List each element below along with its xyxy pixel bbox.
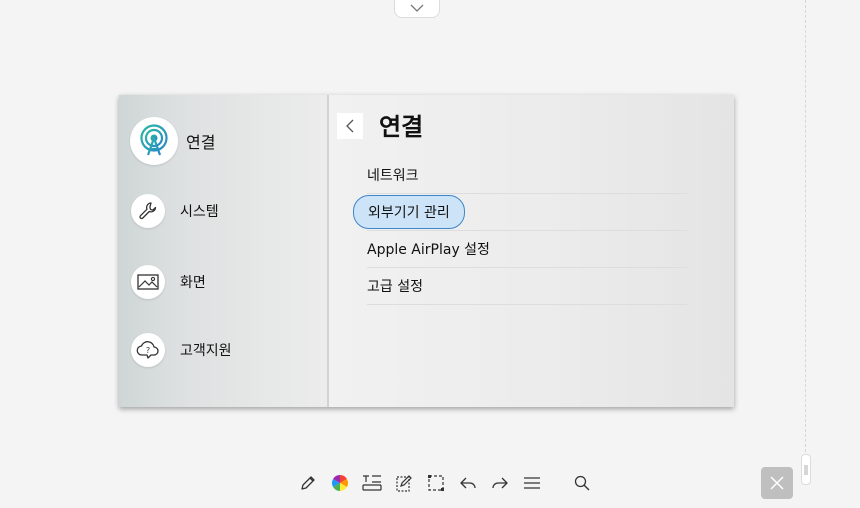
menu-item-label: 고급 설정: [367, 279, 423, 295]
menu-item-airplay[interactable]: Apple AirPlay 설정: [367, 231, 687, 268]
menu-item-label: 네트워크: [367, 168, 419, 184]
grip-icon: [804, 464, 808, 475]
image-icon: [131, 265, 165, 299]
select-area-icon: [428, 475, 444, 491]
sidebar-item-label: 고객지원: [180, 343, 232, 359]
edit-note-button[interactable]: [388, 470, 420, 496]
page-title: 연결: [379, 113, 424, 141]
top-pull-tab[interactable]: [394, 0, 440, 18]
sidebar-item-label: 시스템: [180, 204, 219, 220]
redo-button[interactable]: [484, 470, 516, 496]
settings-panel: 연결 시스템 화면 ? 고객지원 연결 네트워크 외부기기 관리 Apple A…: [119, 95, 734, 407]
svg-text:?: ?: [146, 346, 150, 355]
pen-icon: [301, 476, 315, 490]
menu-item-advanced[interactable]: 고급 설정: [367, 268, 687, 305]
close-button[interactable]: [761, 467, 793, 499]
bottom-toolbar: [292, 470, 598, 496]
menu-item-network[interactable]: 네트워크: [367, 157, 687, 194]
menu-icon: [524, 477, 540, 489]
menu-item-label: 외부기기 관리: [353, 195, 465, 229]
sidebar: 연결 시스템 화면 ? 고객지원: [119, 95, 329, 407]
sidebar-item-system[interactable]: 시스템: [131, 194, 219, 228]
drag-handle[interactable]: [801, 454, 811, 485]
color-button[interactable]: [324, 470, 356, 496]
search-icon: [574, 475, 590, 491]
select-area-button[interactable]: [420, 470, 452, 496]
back-button[interactable]: [337, 113, 363, 139]
close-icon: [770, 476, 784, 490]
menu-list: 네트워크 외부기기 관리 Apple AirPlay 설정 고급 설정: [353, 157, 687, 305]
sidebar-item-label: 연결: [186, 133, 216, 152]
menu-item-label: Apple AirPlay 설정: [367, 242, 490, 258]
sidebar-item-connection[interactable]: 연결: [130, 117, 216, 165]
antenna-icon: [130, 117, 178, 165]
sidebar-item-display[interactable]: 화면: [131, 265, 206, 299]
chevron-down-icon: [410, 4, 424, 12]
menu-button[interactable]: [516, 470, 548, 496]
text-box-button[interactable]: [356, 470, 388, 496]
text-box-icon: [362, 475, 382, 491]
undo-icon: [460, 477, 476, 489]
search-button[interactable]: [566, 470, 598, 496]
menu-item-external-devices[interactable]: 외부기기 관리: [353, 194, 687, 231]
pen-button[interactable]: [292, 470, 324, 496]
sidebar-item-label: 화면: [180, 275, 206, 291]
chevron-left-icon: [346, 119, 354, 133]
sidebar-item-support[interactable]: ? 고객지원: [131, 333, 232, 367]
wrench-icon: [131, 194, 165, 228]
edit-note-icon: [396, 475, 412, 492]
redo-icon: [492, 477, 508, 489]
main-content: 연결 네트워크 외부기기 관리 Apple AirPlay 설정 고급 설정: [329, 95, 734, 407]
color-wheel-icon: [332, 475, 348, 491]
divider-line: [805, 0, 806, 452]
undo-button[interactable]: [452, 470, 484, 496]
cloud-help-icon: ?: [131, 333, 165, 367]
